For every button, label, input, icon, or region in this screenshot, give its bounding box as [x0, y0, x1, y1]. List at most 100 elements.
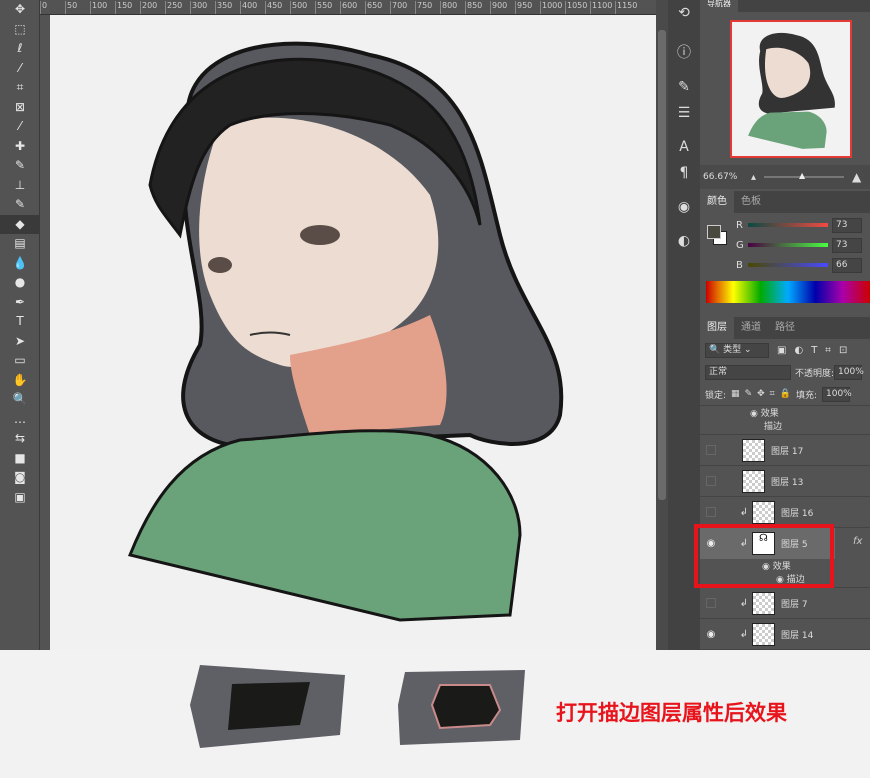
tab-swatches[interactable]: 色板	[734, 191, 768, 213]
adjustments-icon[interactable]: ☰	[668, 100, 700, 126]
color-spectrum[interactable]	[706, 281, 870, 303]
ruler-tick: 200	[140, 1, 165, 14]
brush-tool-icon[interactable]: ✎	[0, 156, 40, 176]
visibility-toggle[interactable]	[706, 507, 716, 517]
dodge-tool-icon[interactable]: ●	[0, 273, 40, 293]
stroke-comparison-illustration	[190, 665, 525, 748]
fill-input[interactable]: 100%	[822, 386, 852, 402]
hand-tool-icon[interactable]: ✋	[0, 371, 40, 391]
character-icon[interactable]: A	[668, 134, 700, 160]
marquee-tool-icon[interactable]: ⬚	[0, 20, 40, 40]
tab-channels[interactable]: 通道	[734, 317, 768, 339]
styles-icon[interactable]: ◐	[668, 228, 700, 254]
zoom-in-icon[interactable]: ▲	[852, 170, 861, 184]
magic-wand-tool-icon[interactable]: ⁄	[0, 59, 40, 79]
layer-name: 图层 16	[781, 508, 814, 519]
eraser-tool-icon[interactable]: ◆	[0, 214, 40, 234]
layer-row[interactable]: ◉ ↲ 图层 14	[700, 619, 870, 650]
fx-icon[interactable]: fx	[853, 536, 862, 547]
tab-layers[interactable]: 图层	[700, 317, 734, 339]
frame-tool-icon[interactable]: ⊠	[0, 98, 40, 118]
gradient-tool-icon[interactable]: ▤	[0, 234, 40, 254]
layer-row[interactable]: 图层 17	[700, 435, 870, 466]
more-tools-icon[interactable]: …	[0, 410, 40, 430]
layer-name: 图层 13	[771, 477, 804, 488]
brush-settings-icon[interactable]: ✎	[668, 74, 700, 100]
visibility-toggle[interactable]	[706, 476, 716, 486]
pen-tool-icon[interactable]: ✒	[0, 293, 40, 313]
lock-transparency-icon[interactable]: ▦	[731, 389, 740, 399]
eye-icon[interactable]: ◉	[700, 629, 722, 640]
layer-filter-select[interactable]: 🔍 类型 ⌄	[705, 342, 769, 358]
fill-label: 填充:	[795, 390, 817, 401]
history-icon[interactable]: ⟲	[668, 0, 700, 26]
layer-row-selected[interactable]: ◉ ↲ ☊ 图层 5 fx ◉ 效果 ◉ 描边	[694, 524, 870, 588]
b-value-input[interactable]: 66	[832, 258, 862, 273]
filter-type-icon[interactable]: T	[811, 345, 817, 356]
type-tool-icon[interactable]: T	[0, 312, 40, 332]
layer-thumbnail	[752, 500, 775, 524]
ruler-tick: 350	[215, 1, 240, 14]
tab-paths[interactable]: 路径	[768, 317, 802, 339]
zoom-tool-icon[interactable]: 🔍	[0, 390, 40, 410]
ruler-tick: 1100	[590, 1, 615, 14]
path-select-tool-icon[interactable]: ➤	[0, 332, 40, 352]
zoom-level[interactable]: 66.67%	[703, 172, 743, 182]
zoom-slider[interactable]: ▲	[764, 171, 845, 180]
foreground-color-swatch[interactable]	[707, 225, 721, 239]
b-slider[interactable]	[748, 263, 828, 267]
tab-navigator[interactable]: 导航器	[700, 0, 738, 12]
color-swatches-icon[interactable]: ■	[0, 449, 40, 469]
r-slider[interactable]	[748, 223, 828, 227]
tab-color[interactable]: 颜色	[700, 191, 734, 213]
ruler-tick: 500	[290, 1, 315, 14]
document-canvas[interactable]	[50, 15, 656, 650]
swap-colors-icon[interactable]: ⇆	[0, 429, 40, 449]
filter-adjustment-icon[interactable]: ◐	[794, 345, 803, 356]
layer-thumbnail	[742, 438, 765, 462]
paragraph-icon[interactable]: ¶	[668, 160, 700, 186]
eye-right	[208, 257, 232, 273]
layers-list: ◉ 效果 描边 图层 17 图层 13 ↲ 图层 16 ◉ ↲ ☊ 图层 5 fx ◉ …	[694, 405, 870, 650]
lock-all-icon[interactable]: 🔒	[780, 389, 791, 399]
layer-name: 图层 7	[781, 599, 808, 610]
rectangle-tool-icon[interactable]: ▭	[0, 351, 40, 371]
lock-artboard-icon[interactable]: ⌗	[770, 389, 775, 399]
screen-mode-icon[interactable]: ▣	[0, 488, 40, 508]
layer-row[interactable]: ↲ 图层 7	[700, 588, 870, 619]
zoom-out-icon[interactable]: ▴	[751, 172, 756, 183]
info-icon[interactable]: ⓘ	[668, 40, 700, 66]
vertical-scrollbar[interactable]	[656, 0, 668, 650]
opacity-input[interactable]: 100%	[834, 364, 864, 380]
effects-eye-icon[interactable]: ◉	[750, 409, 758, 419]
filter-pixel-icon[interactable]: ▣	[777, 345, 786, 356]
history-brush-tool-icon[interactable]: ✎	[0, 195, 40, 215]
crop-tool-icon[interactable]: ⌗	[0, 78, 40, 98]
libraries-icon[interactable]: ◉	[668, 194, 700, 220]
layer-row[interactable]: 图层 13	[700, 466, 870, 497]
ruler-tick: 250	[165, 1, 190, 14]
move-tool-icon[interactable]: ✥	[0, 0, 40, 20]
g-slider[interactable]	[748, 243, 828, 247]
lock-pixels-icon[interactable]: ✎	[745, 389, 753, 399]
healing-tool-icon[interactable]: ✚	[0, 137, 40, 157]
r-value-input[interactable]: 73	[832, 218, 862, 233]
sweater	[127, 429, 522, 622]
g-value-input[interactable]: 73	[832, 238, 862, 253]
filter-shape-icon[interactable]: ⌗	[825, 345, 831, 356]
visibility-toggle[interactable]	[706, 445, 716, 455]
layer-name: 图层 17	[771, 446, 804, 457]
visibility-toggle[interactable]	[706, 598, 716, 608]
ruler-tick: 0	[40, 1, 65, 14]
blend-mode-select[interactable]: 正常	[705, 364, 791, 380]
ruler-tick: 550	[315, 1, 340, 14]
filter-smart-icon[interactable]: ⊡	[839, 345, 847, 356]
quick-mask-icon[interactable]: ◙	[0, 468, 40, 488]
blur-tool-icon[interactable]: 💧	[0, 254, 40, 274]
eyedropper-tool-icon[interactable]: ⁄	[0, 117, 40, 137]
lock-position-icon[interactable]: ✥	[757, 389, 765, 399]
ruler-tick: 400	[240, 1, 265, 14]
stamp-tool-icon[interactable]: ⊥	[0, 176, 40, 196]
stroke-effect-label[interactable]: 描边	[750, 419, 870, 432]
lasso-tool-icon[interactable]: ℓ	[0, 39, 40, 59]
